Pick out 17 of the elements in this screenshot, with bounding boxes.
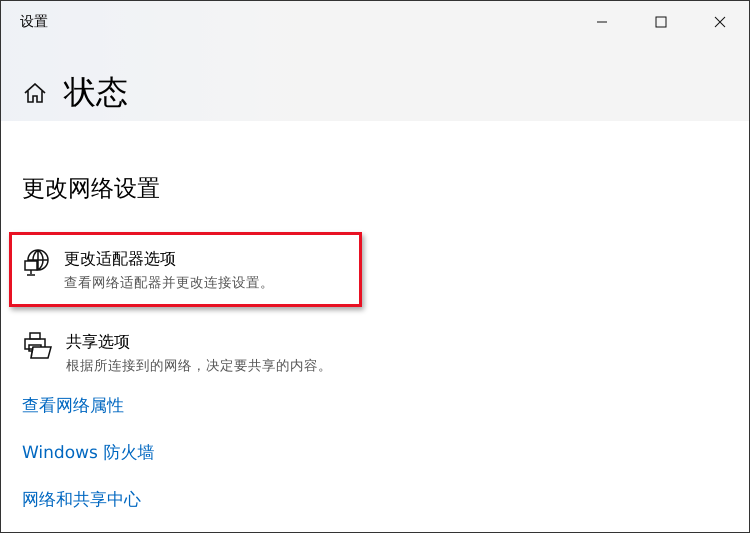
option-title: 更改适配器选项 <box>64 249 177 270</box>
printer-folder-icon <box>24 332 52 360</box>
close-icon <box>714 16 726 28</box>
option-item[interactable]: 共享选项 根据所连接到的网络，决定要共享的内容。 <box>9 315 362 390</box>
option-title: 共享选项 <box>66 332 131 353</box>
section-heading: 更改网络设置 <box>21 175 161 204</box>
globe-monitor-icon <box>24 249 50 277</box>
option-description: 根据所连接到的网络，决定要共享的内容。 <box>66 357 332 375</box>
home-icon[interactable] <box>24 83 46 103</box>
option-description: 查看网络适配器并更改连接设置。 <box>64 274 274 292</box>
page-title: 状态 <box>64 72 128 113</box>
option-item[interactable]: 更改适配器选项 查看网络适配器并更改连接设置。 <box>9 232 362 307</box>
maximize-icon <box>654 16 666 28</box>
settings-link[interactable]: 网络和共享中心 <box>22 488 141 511</box>
settings-link[interactable]: Windows 防火墙 <box>22 441 154 464</box>
settings-link[interactable]: 查看网络属性 <box>22 394 124 417</box>
window-title: 设置 <box>19 13 49 31</box>
